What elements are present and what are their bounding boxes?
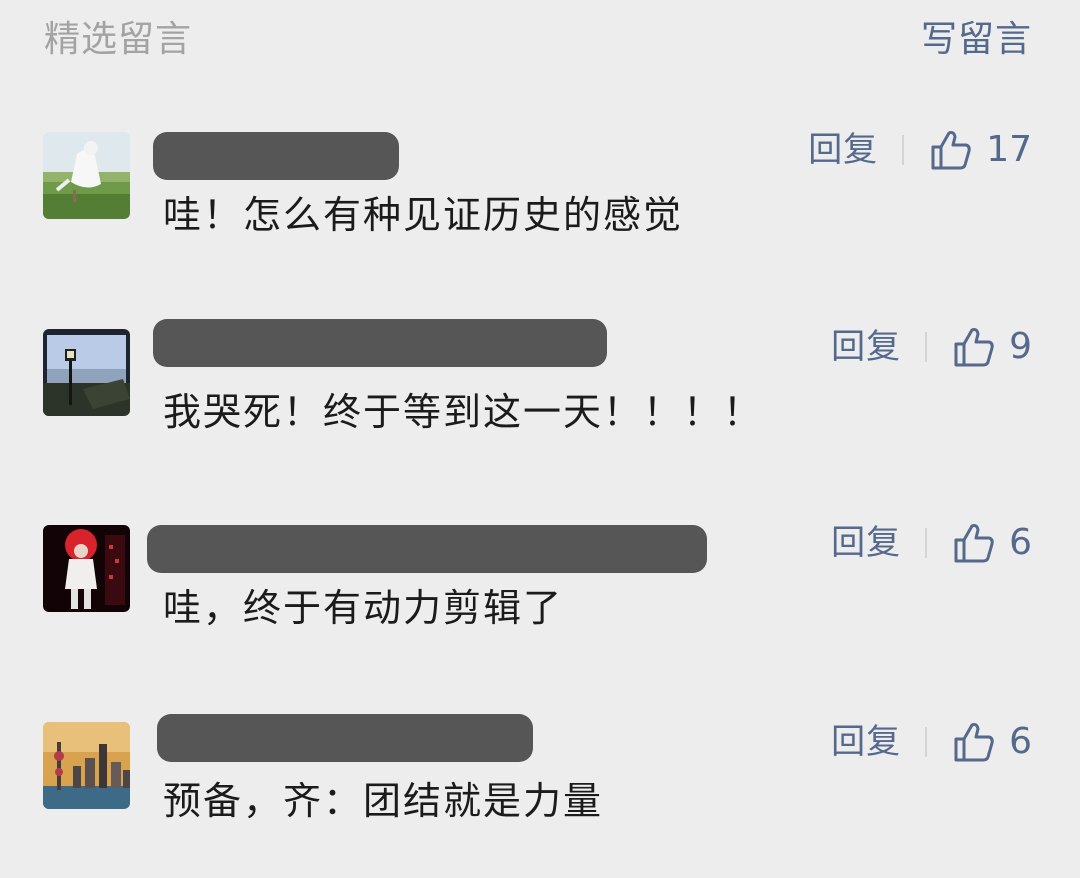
avatar[interactable] <box>43 525 130 612</box>
section-title: 精选留言 <box>44 19 193 60</box>
write-comment-button[interactable]: 写留言 <box>921 18 1032 62</box>
like-button[interactable]: 9 <box>953 323 1032 371</box>
avatar[interactable] <box>43 329 130 416</box>
redacted-username <box>157 714 533 762</box>
like-count: 6 <box>1009 522 1032 563</box>
thumbs-up-icon <box>954 328 994 367</box>
reply-button[interactable]: 回复 <box>831 519 901 567</box>
divider <box>902 135 905 165</box>
thumbs-up-icon <box>954 723 994 762</box>
comment-text: 哇，终于有动力剪辑了 <box>163 586 564 630</box>
like-count: 9 <box>1009 326 1032 367</box>
comment-text: 预备，齐：团结就是力量 <box>163 779 604 823</box>
divider <box>925 528 928 558</box>
reply-button[interactable]: 回复 <box>808 126 878 174</box>
avatar[interactable] <box>43 132 130 219</box>
reply-button[interactable]: 回复 <box>831 718 901 766</box>
comment-item: 哇，终于有动力剪辑了 回复 6 <box>0 522 1080 683</box>
redacted-username <box>153 319 607 367</box>
comment-actions: 回复 6 <box>831 718 1032 766</box>
comment-item: 我哭死！终于等到这一天！！！！ 回复 9 <box>0 319 1080 487</box>
comment-item: 预备，齐：团结就是力量 回复 6 <box>0 714 1080 878</box>
comment-item: 哇！怎么有种见证历史的感觉 回复 17 <box>0 129 1080 290</box>
comment-actions: 回复 9 <box>831 323 1032 371</box>
comment-text: 我哭死！终于等到这一天！！！！ <box>163 390 764 434</box>
like-count: 17 <box>986 129 1032 170</box>
like-button[interactable]: 17 <box>930 126 1032 174</box>
avatar[interactable] <box>43 722 130 809</box>
reply-button[interactable]: 回复 <box>831 323 901 371</box>
like-button[interactable]: 6 <box>953 519 1032 567</box>
divider <box>925 727 928 757</box>
like-button[interactable]: 6 <box>953 718 1032 766</box>
thumbs-up-icon <box>931 131 971 170</box>
thumbs-up-icon <box>954 524 994 563</box>
divider <box>925 332 928 362</box>
redacted-username <box>153 132 399 180</box>
comment-text: 哇！怎么有种见证历史的感觉 <box>163 193 684 237</box>
comment-actions: 回复 17 <box>808 126 1032 174</box>
redacted-username <box>147 525 707 573</box>
comment-actions: 回复 6 <box>831 519 1032 567</box>
like-count: 6 <box>1009 721 1032 762</box>
